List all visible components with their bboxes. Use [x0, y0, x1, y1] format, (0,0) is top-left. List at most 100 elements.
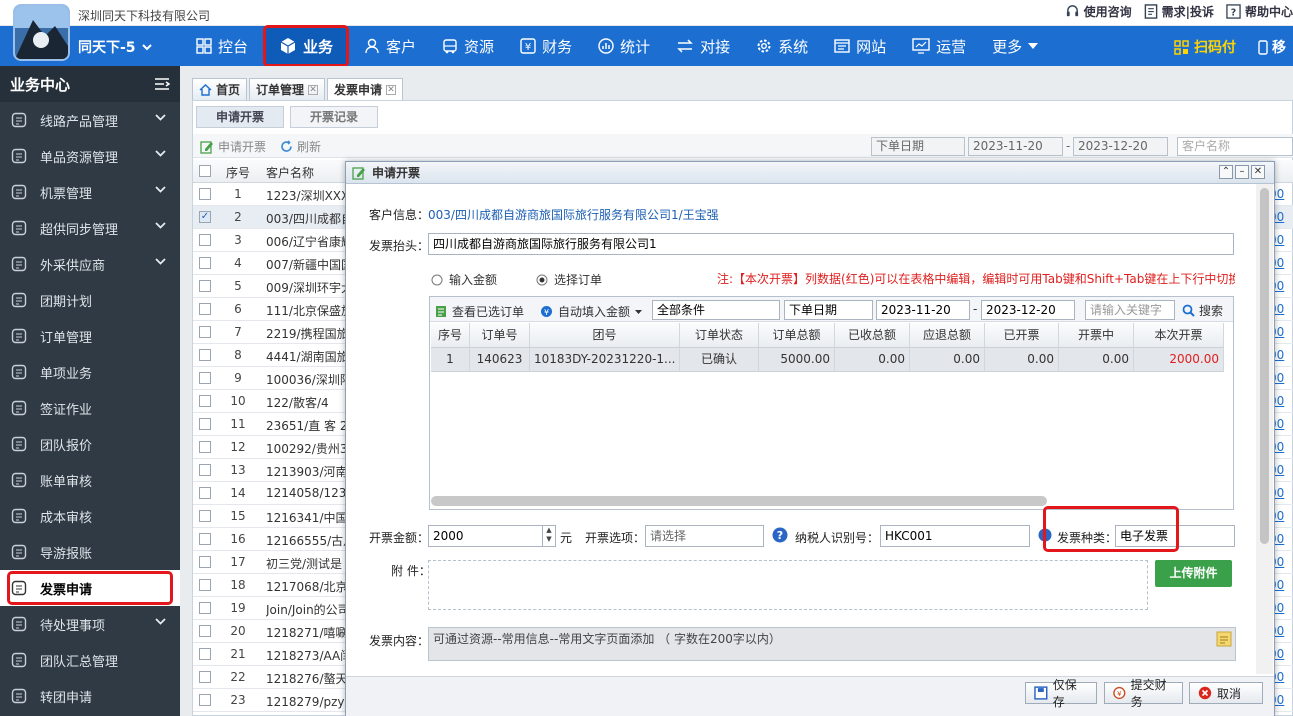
- invoice-title-input[interactable]: 四川成都自游商旅国际旅行服务有限公司1: [428, 233, 1234, 255]
- sidebar-item-bill[interactable]: 账单审核: [0, 462, 180, 498]
- sidebar-item-bag[interactable]: 单项业务: [0, 354, 180, 390]
- row-checkbox[interactable]: [199, 395, 211, 407]
- sidebar-item-sync[interactable]: 超供同步管理: [0, 210, 180, 246]
- row-checkbox[interactable]: [199, 441, 211, 453]
- row-checkbox[interactable]: [199, 326, 211, 338]
- feedback-link[interactable]: 需求|投诉: [1144, 3, 1214, 20]
- nav-resource[interactable]: 资源: [429, 26, 507, 66]
- apply-invoice-button[interactable]: 申请开票: [200, 138, 266, 155]
- close-icon[interactable]: ✕: [1251, 165, 1265, 179]
- row-checkbox[interactable]: [199, 510, 211, 522]
- notes-icon[interactable]: [1216, 631, 1232, 647]
- row-checkbox[interactable]: [199, 303, 211, 315]
- subtab-records[interactable]: 开票记录: [290, 106, 378, 128]
- condition-select[interactable]: 全部条件: [652, 300, 780, 320]
- nav-business[interactable]: 业务: [263, 25, 350, 67]
- row-checkbox[interactable]: [199, 464, 211, 476]
- sidebar-item-todo[interactable]: 待处理事项: [0, 606, 180, 642]
- row-checkbox[interactable]: [199, 625, 211, 637]
- row-checkbox[interactable]: [199, 234, 211, 246]
- radio-input-amount[interactable]: 输入金额: [431, 271, 497, 288]
- help-link[interactable]: ? 帮助中心: [1226, 3, 1293, 20]
- row-checkbox[interactable]: [199, 280, 211, 292]
- row-checkbox[interactable]: [199, 694, 211, 706]
- user-avatar[interactable]: [13, 4, 70, 61]
- refresh-button[interactable]: 刷新: [280, 138, 321, 155]
- save-button[interactable]: 仅保存: [1025, 678, 1097, 709]
- tab-invoice[interactable]: 发票申请 ✕: [327, 78, 404, 100]
- row-checkbox[interactable]: [199, 418, 211, 430]
- date-to-input[interactable]: 2023-12-20: [1073, 137, 1168, 156]
- sidebar-item-handshake[interactable]: 外采供应商: [0, 246, 180, 282]
- user-switcher[interactable]: 同天下-5: [78, 37, 152, 57]
- sidebar-item-plane[interactable]: 机票管理: [0, 174, 180, 210]
- upload-button[interactable]: 上传附件: [1155, 560, 1232, 587]
- grid-hscroll-thumb[interactable]: [431, 496, 1047, 506]
- nav-customer[interactable]: 客户: [351, 26, 429, 66]
- sidebar-item-calendar[interactable]: 团期计划: [0, 282, 180, 318]
- row-checkbox[interactable]: [199, 349, 211, 361]
- sidebar-item-list[interactable]: 订单管理: [0, 318, 180, 354]
- sidebar-item-quote[interactable]: 团队报价: [0, 426, 180, 462]
- date-from-input[interactable]: 2023-11-20: [968, 137, 1063, 156]
- row-checkbox[interactable]: ✓: [199, 211, 211, 223]
- amount-stepper[interactable]: ▲ ▼: [542, 526, 555, 546]
- auto-fill-button[interactable]: ¥ 自动填入金额: [540, 303, 643, 320]
- select-all-checkbox[interactable]: [199, 165, 211, 177]
- sidebar-item-box[interactable]: 单品资源管理: [0, 138, 180, 174]
- consult-link[interactable]: 使用咨询: [1065, 3, 1132, 20]
- nav-integration[interactable]: 对接: [663, 26, 743, 66]
- option-select[interactable]: 请选择: [645, 525, 764, 547]
- sidebar-item-summary[interactable]: 团队汇总管理: [0, 642, 180, 678]
- row-checkbox[interactable]: [199, 257, 211, 269]
- tab-orders[interactable]: 订单管理 ✕: [249, 78, 326, 100]
- nav-more[interactable]: 更多: [979, 26, 1051, 66]
- tab-home[interactable]: 首页: [192, 78, 248, 100]
- sidebar-item-route[interactable]: 线路产品管理: [0, 102, 180, 138]
- sidebar-item-stamp[interactable]: 签证作业: [0, 390, 180, 426]
- radio-select-order[interactable]: 选择订单: [536, 271, 602, 288]
- dialog-scroll-thumb[interactable]: [1260, 188, 1269, 544]
- row-checkbox[interactable]: [199, 533, 211, 545]
- grid-cell-editable[interactable]: 2000.00: [1134, 348, 1224, 372]
- amount-input[interactable]: 2000: [428, 525, 556, 547]
- row-checkbox[interactable]: [199, 487, 211, 499]
- nav-stats[interactable]: 统计: [585, 26, 663, 66]
- content-textarea[interactable]: 可通过资源--常用信息--常用文字页面添加 （ 字数在200字以内）: [428, 627, 1236, 661]
- nav-operation[interactable]: 运营: [899, 26, 979, 66]
- menu-toggle-icon[interactable]: [154, 77, 170, 91]
- collapse-icon[interactable]: ⌃: [1219, 165, 1233, 179]
- scan-pay-button[interactable]: 扫码付: [1174, 37, 1236, 57]
- nav-console[interactable]: 控台: [183, 26, 261, 66]
- keyword-input[interactable]: 请输入关键字: [1085, 300, 1175, 320]
- attach-dropzone[interactable]: [428, 560, 1148, 610]
- row-checkbox[interactable]: [199, 372, 211, 384]
- cancel-button[interactable]: 取消: [1189, 682, 1263, 704]
- row-checkbox[interactable]: [199, 648, 211, 660]
- sidebar-item-audit[interactable]: 成本审核: [0, 498, 180, 534]
- row-checkbox[interactable]: [199, 579, 211, 591]
- customer-search-input[interactable]: 客户名称: [1177, 137, 1293, 156]
- tax-input[interactable]: HKC001: [880, 525, 1030, 547]
- view-selected-button[interactable]: 查看已选订单: [435, 303, 524, 320]
- date-type-select[interactable]: 下单日期: [871, 137, 965, 156]
- grid-date-from-input[interactable]: 2023-11-20: [876, 300, 970, 320]
- minimize-icon[interactable]: –: [1235, 165, 1249, 179]
- row-checkbox[interactable]: [199, 556, 211, 568]
- grid-date-type-select[interactable]: 下单日期: [784, 300, 873, 320]
- search-button[interactable]: 搜索: [1182, 302, 1223, 319]
- sidebar-item-guide[interactable]: 导游报账: [0, 534, 180, 570]
- row-checkbox[interactable]: [199, 671, 211, 683]
- help-circle-icon[interactable]: ?: [772, 527, 788, 543]
- nav-system[interactable]: 系统: [743, 26, 821, 66]
- submit-finance-button[interactable]: ¥ 提交财务: [1104, 678, 1183, 709]
- close-icon[interactable]: ✕: [386, 84, 397, 95]
- row-checkbox[interactable]: [199, 188, 211, 200]
- sidebar-item-transfer[interactable]: 转团申请: [0, 678, 180, 714]
- nav-website[interactable]: 网站: [821, 26, 899, 66]
- subtab-apply[interactable]: 申请开票: [196, 106, 284, 128]
- row-checkbox[interactable]: [199, 602, 211, 614]
- close-icon[interactable]: ✕: [308, 84, 319, 95]
- nav-finance[interactable]: ¥ 财务: [507, 26, 585, 66]
- mobile-button[interactable]: 移: [1258, 37, 1286, 57]
